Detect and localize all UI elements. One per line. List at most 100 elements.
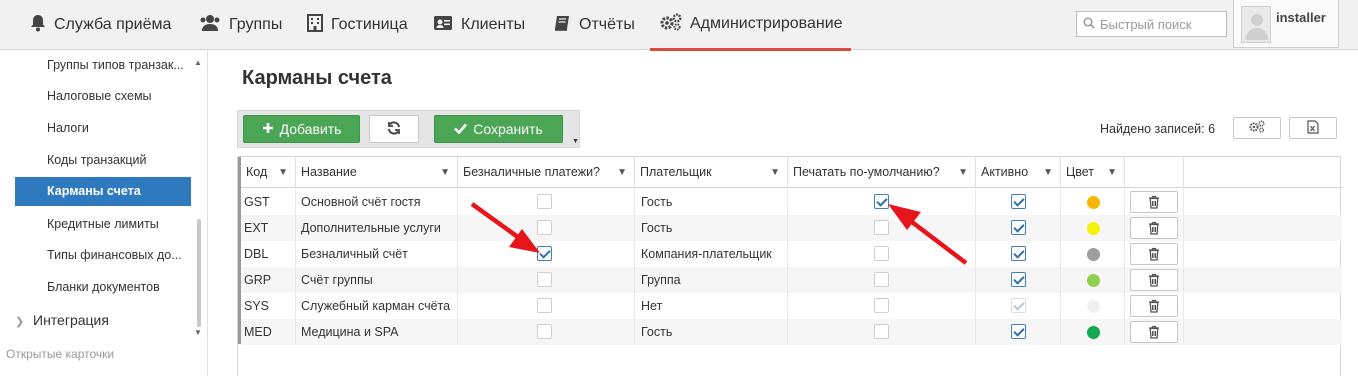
nav-item-clients[interactable]: Клиенты: [433, 0, 525, 50]
cashless-checkbox[interactable]: [537, 194, 552, 209]
delete-row-button[interactable]: [1130, 295, 1178, 317]
refresh-button[interactable]: [369, 115, 419, 143]
search-input[interactable]: [1100, 16, 1220, 32]
filter-icon[interactable]: ▼: [1043, 157, 1053, 188]
toolbar: Добавить Сохранить ▼: [237, 110, 580, 148]
users-icon: [199, 14, 221, 37]
filter-icon[interactable]: ▼: [278, 157, 288, 188]
nav-item-label: Администрирование: [690, 15, 843, 32]
filter-icon[interactable]: ▼: [1107, 157, 1117, 188]
cell-active: [976, 215, 1061, 241]
sidebar-item-bill-pockets[interactable]: Карманы счета: [15, 177, 191, 206]
nav-item-front-desk[interactable]: Служба приёма: [30, 0, 171, 50]
save-button[interactable]: Сохранить: [434, 115, 563, 143]
add-button-label: Добавить: [279, 121, 342, 137]
filter-icon[interactable]: ▼: [958, 157, 968, 188]
nav-item-label: Клиенты: [461, 16, 526, 33]
filter-icon[interactable]: ▼: [770, 157, 780, 188]
delete-row-button[interactable]: [1130, 321, 1178, 343]
cell-cashless: [458, 293, 635, 319]
sidebar-item-document-forms[interactable]: Бланки документов: [15, 273, 191, 301]
save-button-label: Сохранить: [473, 121, 543, 137]
column-header-print-default[interactable]: Печатать по-умолчанию? ▼: [788, 157, 976, 188]
sidebar-scrollbar[interactable]: ▲ ▼: [192, 57, 204, 339]
cashless-checkbox[interactable]: [537, 324, 552, 339]
active-checkbox[interactable]: [1011, 246, 1026, 261]
print-default-checkbox[interactable]: [874, 194, 889, 209]
search-icon: [1083, 16, 1095, 32]
column-header-active[interactable]: Активно ▼: [976, 157, 1061, 188]
print-default-checkbox[interactable]: [874, 298, 889, 313]
table-row[interactable]: EXT Дополнительные услуги Гость: [241, 215, 1342, 241]
cell-name: Медицина и SPA: [296, 319, 458, 345]
table-row[interactable]: GST Основной счёт гостя Гость: [241, 189, 1342, 215]
table-row[interactable]: MED Медицина и SPA Гость: [241, 319, 1342, 345]
table-row[interactable]: DBL Безналичный счёт Компания-плательщик: [241, 241, 1342, 267]
user-menu[interactable]: installer: [1233, 0, 1339, 48]
cell-active: [976, 319, 1061, 345]
sidebar: Группы типов транзак... Налоговые схемы …: [0, 51, 208, 376]
active-checkbox[interactable]: [1011, 324, 1026, 339]
column-header-payer[interactable]: Плательщик ▼: [635, 157, 788, 188]
column-header-cashless[interactable]: Безналичные платежи? ▼: [458, 157, 635, 188]
quick-search[interactable]: [1076, 11, 1227, 37]
table-row[interactable]: SYS Служебный карман счёта Нет: [241, 293, 1342, 319]
sidebar-item-transaction-codes[interactable]: Коды транзакций: [15, 146, 191, 174]
scroll-down-icon[interactable]: ▼: [192, 327, 204, 339]
sidebar-item-credit-limits[interactable]: Кредитные лимиты: [15, 210, 191, 238]
cell-color: [1061, 319, 1125, 345]
print-default-checkbox[interactable]: [874, 272, 889, 287]
plus-icon: [262, 121, 274, 137]
cell-actions: [1125, 189, 1184, 215]
active-checkbox[interactable]: [1011, 194, 1026, 209]
cashless-checkbox[interactable]: [537, 298, 552, 313]
sidebar-item-financial-document-types[interactable]: Типы финансовых до...: [15, 241, 191, 269]
add-button[interactable]: Добавить: [243, 115, 360, 143]
print-default-checkbox[interactable]: [874, 324, 889, 339]
records-found-count: Найдено записей: 6: [1100, 122, 1216, 136]
sidebar-group-integration[interactable]: ❯ Интеграция: [15, 306, 191, 334]
active-checkbox[interactable]: [1011, 272, 1026, 287]
chevron-right-icon: ❯: [15, 316, 25, 328]
delete-row-button[interactable]: [1130, 269, 1178, 291]
cashless-checkbox[interactable]: [537, 246, 552, 261]
nav-item-hotel[interactable]: Гостиница: [307, 0, 408, 50]
delete-row-button[interactable]: [1130, 217, 1178, 239]
sidebar-item-transaction-type-groups[interactable]: Группы типов транзак...: [15, 51, 191, 79]
sidebar-item-taxes[interactable]: Налоги: [15, 114, 191, 142]
active-checkbox[interactable]: [1011, 220, 1026, 235]
filter-icon[interactable]: ▼: [440, 157, 450, 188]
filter-icon[interactable]: ▼: [617, 157, 627, 188]
export-excel-button[interactable]: [1289, 117, 1337, 139]
cell-cashless: [458, 189, 635, 215]
column-header-label: Печатать по-умолчанию?: [793, 165, 940, 179]
delete-row-button[interactable]: [1130, 191, 1178, 213]
cell-actions: [1125, 319, 1184, 345]
print-default-checkbox[interactable]: [874, 220, 889, 235]
bell-icon: [30, 14, 46, 37]
sidebar-item-label: Кредитные лимиты: [47, 217, 159, 231]
column-header-color[interactable]: Цвет ▼: [1061, 157, 1125, 188]
delete-row-button[interactable]: [1130, 243, 1178, 265]
open-cards-caption: Открытые карточки: [6, 347, 115, 361]
cell-print-default: [788, 293, 976, 319]
cashless-checkbox[interactable]: [537, 272, 552, 287]
cell-name: Счёт группы: [296, 267, 458, 293]
toolbar-dropdown-icon[interactable]: ▼: [572, 138, 579, 145]
scroll-up-icon[interactable]: ▲: [192, 57, 204, 69]
sidebar-item-tax-schemes[interactable]: Налоговые схемы: [15, 82, 191, 110]
nav-item-administration[interactable]: Администрирование: [650, 0, 851, 51]
scrollbar-thumb[interactable]: [197, 219, 201, 327]
column-header-label: Безналичные платежи?: [463, 165, 600, 179]
table-row[interactable]: GRP Счёт группы Группа: [241, 267, 1342, 293]
cashless-checkbox[interactable]: [537, 220, 552, 235]
nav-item-groups[interactable]: Группы: [199, 0, 282, 50]
column-header-label: Код: [246, 165, 268, 179]
cell-print-default: [788, 241, 976, 267]
nav-item-reports[interactable]: Отчёты: [553, 0, 635, 50]
column-header-name[interactable]: Название ▼: [296, 157, 458, 188]
print-default-checkbox[interactable]: [874, 246, 889, 261]
grid-settings-button[interactable]: [1233, 117, 1281, 139]
sidebar-item-label: Налоги: [47, 121, 89, 135]
column-header-code[interactable]: Код ▼: [241, 157, 296, 188]
